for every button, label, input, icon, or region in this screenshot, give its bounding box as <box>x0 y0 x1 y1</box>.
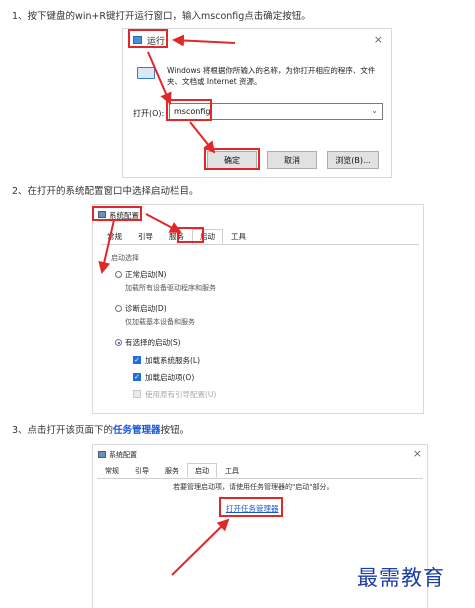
step-2-text: 2、在打开的系统配置窗口中选择启动栏目。 <box>12 186 199 197</box>
highlight-ok-button <box>204 148 260 170</box>
checkbox-load-startup-items[interactable]: ✓ <box>133 373 141 381</box>
tab-boot[interactable]: 引导 <box>127 463 157 478</box>
open-label: 打开(O): <box>133 109 165 118</box>
startup-selection-label: 启动选择 <box>111 254 139 262</box>
tab-startup[interactable]: 启动 <box>187 463 217 478</box>
step-3-text: 3、点击打开该页面下的任务管理器按钮。 <box>12 424 189 438</box>
startup-title: 系统配置 <box>109 451 137 459</box>
highlight-startup-tab <box>177 227 204 243</box>
startup-tabs: 常规 引导 服务 启动 工具 <box>97 463 247 478</box>
tab-general[interactable]: 常规 <box>99 229 130 244</box>
startup-info-text: 若要管理启动项，请使用任务管理器的"启动"部分。 <box>173 483 334 491</box>
selective-startup-label: 有选择的启动(S) <box>125 338 181 347</box>
watermark: 最需教育 <box>357 566 445 590</box>
load-startup-items-label: 加载启动项(O) <box>145 373 195 382</box>
chevron-down-icon[interactable]: ⌄ <box>371 106 378 115</box>
step-3-text-before: 3、点击打开该页面下的 <box>12 425 114 436</box>
startup-close-icon[interactable]: × <box>413 447 422 460</box>
normal-startup-desc: 加载所有设备驱动程序和服务 <box>125 284 216 292</box>
normal-startup-label: 正常启动(N) <box>125 270 167 279</box>
step-3-highlight: 任务管理器 <box>113 425 161 436</box>
tab-tools[interactable]: 工具 <box>217 463 247 478</box>
browse-button[interactable]: 浏览(B)... <box>327 151 379 169</box>
highlight-task-manager-link <box>219 497 283 517</box>
tab-boot[interactable]: 引导 <box>130 229 161 244</box>
startup-app-icon <box>98 451 106 458</box>
run-program-icon <box>137 67 155 79</box>
diagnostic-startup-desc: 仅加载基本设备和服务 <box>125 318 195 326</box>
tab-general[interactable]: 常规 <box>97 463 127 478</box>
run-description: Windows 将根据你所输入的名称，为你打开相应的程序、文件夹、文档或 Int… <box>167 66 376 86</box>
radio-normal[interactable] <box>115 271 122 278</box>
load-services-label: 加载系统服务(L) <box>145 356 201 365</box>
sysconfig-dialog: 系统配置 常规 引导 服务 启动 工具 启动选择 正常启动(N) 加载所有设备驱… <box>92 204 424 414</box>
tab-services[interactable]: 服务 <box>157 463 187 478</box>
tab-tools[interactable]: 工具 <box>223 229 254 244</box>
highlight-sysconfig-title <box>92 206 142 221</box>
radio-selective[interactable] <box>115 339 122 346</box>
run-close-icon[interactable]: × <box>374 33 383 46</box>
diagnostic-startup-label: 诊断启动(D) <box>125 304 167 313</box>
highlight-run-title <box>128 29 168 48</box>
step-1-text: 1、按下键盘的win+R键打开运行窗口，输入msconfig点击确定按钮。 <box>12 11 311 22</box>
highlight-run-input <box>166 99 212 121</box>
cancel-button[interactable]: 取消 <box>267 151 317 169</box>
step-3-text-after: 按钮。 <box>160 425 190 436</box>
checkbox-load-services[interactable]: ✓ <box>133 356 141 364</box>
checkbox-original-boot <box>133 390 141 398</box>
radio-diagnostic[interactable] <box>115 305 122 312</box>
original-boot-label: 使用原有引导配置(U) <box>145 390 217 399</box>
